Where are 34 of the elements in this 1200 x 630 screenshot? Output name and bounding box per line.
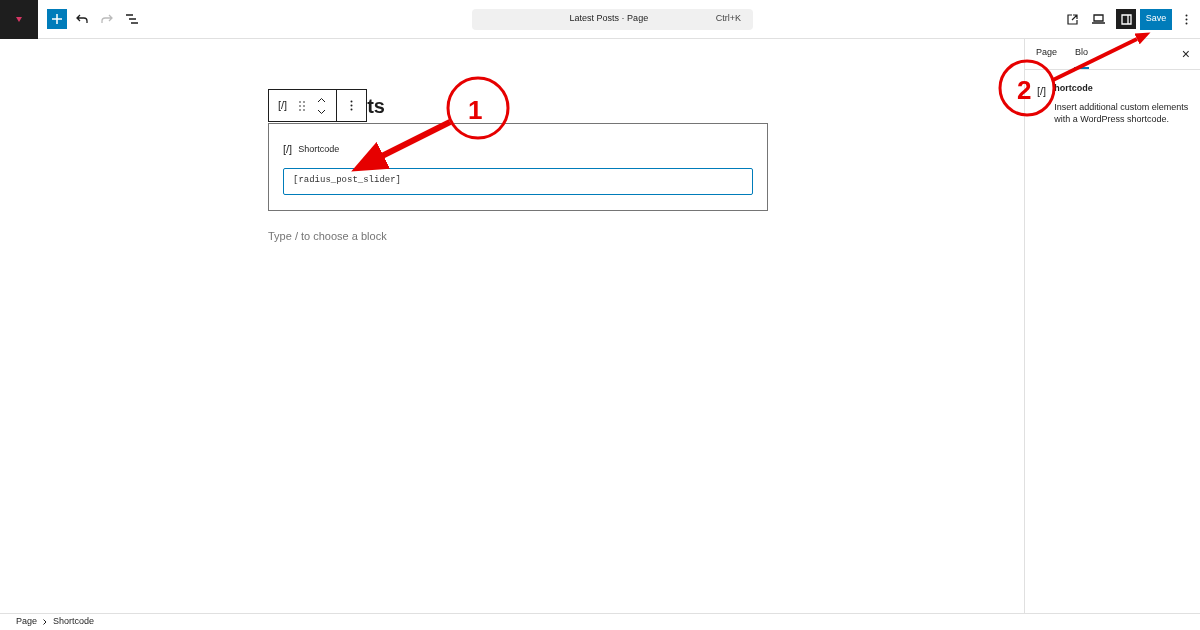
breadcrumb-item[interactable]: Page <box>16 615 38 629</box>
sidebar-tab[interactable]: Page <box>1035 39 1059 69</box>
shortcode-input[interactable]: [radius_post_slider] <box>283 167 753 195</box>
undo-icon[interactable] <box>76 14 88 24</box>
document-title: Latest Posts · Page <box>568 12 650 26</box>
block-name: hortcode <box>1054 82 1094 95</box>
block-icon: [/] <box>1037 82 1047 125</box>
add-block-button[interactable] <box>47 9 67 29</box>
page-title[interactable]: ts <box>367 90 385 121</box>
sidebar-panel-icon <box>1120 13 1132 25</box>
save-button[interactable]: Save <box>1140 8 1172 30</box>
options-icon[interactable] <box>1185 13 1188 25</box>
breadcrumb-item[interactable]: Shortcode <box>53 615 95 629</box>
close-button[interactable]: × <box>1181 43 1190 65</box>
sidebar-tab[interactable]: Blo <box>1074 39 1090 69</box>
list-view-icon[interactable] <box>126 14 138 24</box>
more-options-icon[interactable] <box>350 100 354 111</box>
block-type-button[interactable]: [/] <box>278 97 288 114</box>
block-description: Insert additional custom elements with a WordPress shortcode. <box>1054 100 1190 125</box>
block-placeholder[interactable]: Type / to choose a block <box>268 227 768 244</box>
sidebar-toggle[interactable] <box>1116 9 1136 29</box>
logo-icon <box>16 16 22 22</box>
chevron-icon <box>43 619 48 625</box>
desktop-preview-icon[interactable] <box>1092 14 1105 24</box>
block-label: Shortcode <box>298 142 340 156</box>
shortcut-hint: Ctrl+K <box>715 12 742 26</box>
plus-icon <box>52 14 62 24</box>
drag-handle-icon[interactable] <box>299 100 306 111</box>
move-arrows-icon[interactable] <box>317 96 327 115</box>
command-bar[interactable]: Latest Posts · Page Ctrl+K <box>472 8 753 30</box>
annotation-number: 2 <box>1017 74 1032 107</box>
external-link-icon[interactable] <box>1067 13 1078 25</box>
shortcode-icon: [/] <box>283 141 293 158</box>
annotation-number: 1 <box>468 94 483 127</box>
